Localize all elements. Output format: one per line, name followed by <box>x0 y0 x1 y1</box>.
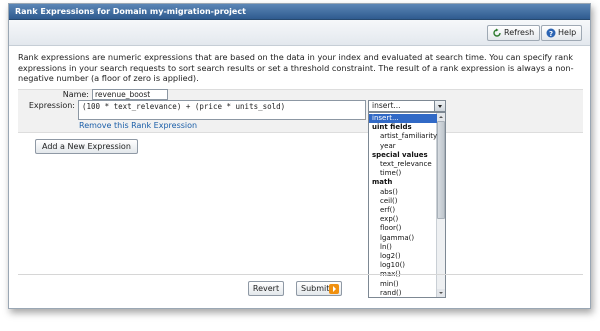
resize-grip[interactable] <box>361 115 366 120</box>
expression-label: Expression: <box>28 101 75 110</box>
dropdown-group-label: special values <box>372 150 428 159</box>
dropdown-group-label: math <box>372 178 393 187</box>
toolbar: Refresh ? Help <box>9 20 590 46</box>
window-title: Rank Expressions for Domain my-migration… <box>15 7 246 16</box>
dropdown-option[interactable]: erf() <box>369 206 437 215</box>
scroll-thumb[interactable] <box>437 121 445 219</box>
dropdown-option[interactable]: rand() <box>369 289 437 297</box>
refresh-label: Refresh <box>504 28 535 37</box>
dropdown-scrollbar[interactable] <box>436 113 445 297</box>
insert-dropdown-list: insert... uint fields artist_familiarity ye… <box>368 112 446 298</box>
dropdown-option[interactable]: lgamma() <box>369 234 437 243</box>
dropdown-option[interactable]: log10() <box>369 261 437 270</box>
add-expression-button[interactable]: Add a New Expression <box>35 139 138 154</box>
svg-text:?: ? <box>549 30 553 38</box>
dropdown-option[interactable]: year <box>369 142 437 151</box>
dropdown-option[interactable]: log2() <box>369 252 437 261</box>
dropdown-option[interactable]: abs() <box>369 188 437 197</box>
dropdown-option[interactable]: floor() <box>369 224 437 233</box>
submit-label: Submit <box>301 284 330 293</box>
dropdown-option[interactable]: text_relevance <box>369 160 437 169</box>
help-label: Help <box>558 28 577 37</box>
name-label: Name: <box>62 90 89 99</box>
help-icon: ? <box>546 28 556 38</box>
insert-select[interactable]: insert... <box>368 100 446 112</box>
revert-button[interactable]: Revert <box>248 281 284 296</box>
dropdown-group-label: uint fields <box>372 123 412 132</box>
scroll-up-icon[interactable] <box>437 113 445 121</box>
insert-select-value: insert... <box>372 101 401 110</box>
dropdown-option[interactable]: ln() <box>369 243 437 252</box>
submit-button[interactable]: Submit <box>296 281 342 296</box>
dropdown-option[interactable]: min() <box>369 280 437 289</box>
refresh-icon <box>493 28 501 37</box>
title-bar: Rank Expressions for Domain my-migration… <box>9 4 590 20</box>
submit-arrow-icon <box>329 284 339 294</box>
dropdown-option[interactable]: exp() <box>369 215 437 224</box>
dropdown-option[interactable]: artist_familiarity <box>369 132 437 141</box>
help-button[interactable]: ? Help <box>541 25 583 41</box>
description-text: Rank expressions are numeric expressions… <box>18 52 574 83</box>
refresh-button[interactable]: Refresh <box>487 25 541 41</box>
scroll-down-icon[interactable] <box>437 289 445 297</box>
name-input[interactable]: revenue_boost <box>92 89 168 100</box>
dropdown-option[interactable]: ceil() <box>369 197 437 206</box>
remove-expression-link[interactable]: Remove this Rank Expression <box>79 121 197 130</box>
dropdown-arrow-icon[interactable] <box>434 101 445 111</box>
footer-divider <box>18 274 583 275</box>
dialog-window: Rank Expressions for Domain my-migration… <box>8 3 591 309</box>
expression-input[interactable]: (100 * text_relevance) + (price * units_… <box>78 100 366 120</box>
dropdown-option[interactable]: insert... <box>369 114 437 123</box>
dropdown-option[interactable]: time() <box>369 169 437 178</box>
